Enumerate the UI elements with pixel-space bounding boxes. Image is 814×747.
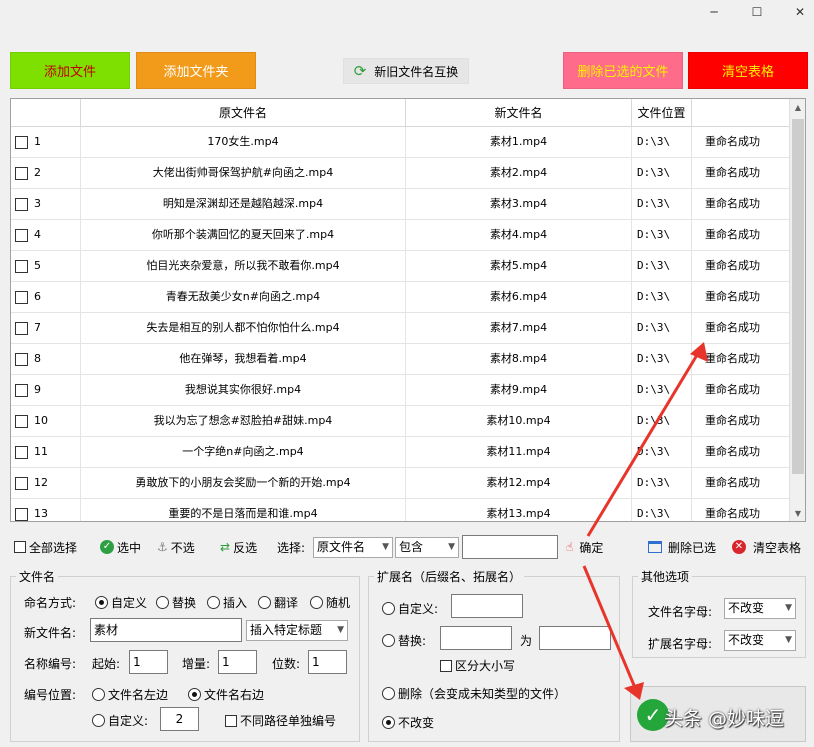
- arrow-head-status: [690, 342, 708, 362]
- arrow-to-status: [586, 349, 702, 537]
- arrow-to-start: [582, 565, 638, 691]
- annotation-arrows: [582, 342, 708, 700]
